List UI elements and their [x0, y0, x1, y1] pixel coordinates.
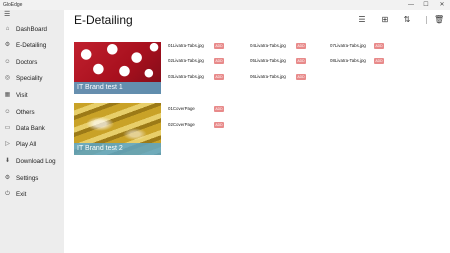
add-badge[interactable]: ADD — [214, 122, 224, 128]
file-name: 07Livatra-Tabs.jpg — [330, 43, 366, 48]
sidebar-item-label: Download Log — [16, 158, 56, 165]
file-name: 08Livatra-Tabs.jpg — [330, 58, 366, 63]
sidebar: ☰ ⌂ DashBoard ⚙ E-Detailing ☺ Doctors ◎ … — [0, 10, 64, 253]
app-title: GloEdge — [3, 2, 23, 8]
sidebar-item-label: Others — [16, 109, 35, 116]
file-item[interactable]: 01CoverPage ADD — [168, 105, 228, 113]
sidebar-item-settings[interactable]: ⚙ Settings — [0, 172, 64, 186]
grid-view-icon[interactable]: ⊞ — [380, 15, 390, 25]
sidebar-item-exit[interactable]: ⏻ Exit — [0, 188, 64, 202]
brand-caption-bar: IT Brand test 2 — [74, 143, 161, 155]
main-content: E-Detailing ☰ ⊞ ⇅ 🗑 IT Brand test 1 01Li… — [64, 10, 450, 253]
file-name: 06Livatra-Tabs.jpg — [250, 74, 286, 79]
user-icon: ☺ — [4, 59, 11, 65]
file-item[interactable]: 02CoverPage ADD — [168, 121, 228, 129]
file-item[interactable]: 03Livatra-Tabs.jpg ADD — [168, 73, 228, 81]
file-name: 01Livatra-Tabs.jpg — [168, 43, 204, 48]
user-group-icon: ☺ — [4, 109, 11, 115]
file-item[interactable]: 05Livatra-Tabs.jpg ADD — [250, 57, 310, 65]
sidebar-item-label: Settings — [16, 175, 39, 182]
sidebar-item-label: Data Bank — [16, 125, 45, 132]
sidebar-item-label: E-Detailing — [16, 42, 47, 49]
add-badge[interactable]: ADD — [374, 58, 384, 64]
sidebar-item-download-log[interactable]: ⬇ Download Log — [0, 155, 64, 169]
play-icon: ▷ — [5, 141, 10, 147]
add-badge[interactable]: ADD — [214, 58, 224, 64]
app-window: GloEdge — ☐ ✕ ☰ ⌂ DashBoard ⚙ E-Detailin… — [0, 0, 450, 253]
download-icon: ⬇ — [4, 158, 11, 164]
brand-label: IT Brand test 2 — [77, 145, 123, 152]
file-name: 02Livatra-Tabs.jpg — [168, 58, 204, 63]
gear-icon: ⚙ — [4, 42, 11, 48]
sidebar-item-data-bank[interactable]: ▭ Data Bank — [0, 122, 64, 136]
toolbar-divider — [426, 16, 427, 24]
sidebar-item-others[interactable]: ☺ Others — [0, 106, 64, 120]
add-badge[interactable]: ADD — [374, 43, 384, 49]
sidebar-item-doctors[interactable]: ☺ Doctors — [0, 56, 64, 70]
file-item[interactable]: 02Livatra-Tabs.jpg ADD — [168, 57, 228, 65]
sidebar-item-label: Exit — [16, 191, 27, 198]
file-name: 05Livatra-Tabs.jpg — [250, 58, 286, 63]
sidebar-item-label: Visit — [16, 92, 28, 99]
brand-card-1[interactable]: IT Brand test 1 — [74, 42, 161, 94]
file-name: 04Livatra-Tabs.jpg — [250, 43, 286, 48]
title-bar: GloEdge — ☐ ✕ — [0, 0, 450, 10]
file-name: 01CoverPage — [168, 106, 195, 111]
folder-icon: ▭ — [4, 125, 11, 131]
page-title: E-Detailing — [74, 13, 133, 27]
file-item[interactable]: 04Livatra-Tabs.jpg ADD — [250, 42, 310, 50]
hamburger-icon[interactable]: ☰ — [4, 11, 12, 19]
file-item[interactable]: 08Livatra-Tabs.jpg ADD — [330, 57, 390, 65]
add-badge[interactable]: ADD — [296, 43, 306, 49]
target-icon: ◎ — [4, 75, 11, 81]
sidebar-item-e-detailing[interactable]: ⚙ E-Detailing — [0, 39, 64, 53]
sidebar-item-visit[interactable]: ▦ Visit — [0, 89, 64, 103]
add-badge[interactable]: ADD — [214, 43, 224, 49]
add-badge[interactable]: ADD — [214, 106, 224, 112]
file-item[interactable]: 06Livatra-Tabs.jpg ADD — [250, 73, 310, 81]
minimize-button[interactable]: — — [404, 0, 418, 10]
list-view-icon[interactable]: ☰ — [357, 15, 367, 25]
file-item[interactable]: 01Livatra-Tabs.jpg ADD — [168, 42, 228, 50]
sidebar-item-speciality[interactable]: ◎ Speciality — [0, 72, 64, 86]
sidebar-item-dashboard[interactable]: ⌂ DashBoard — [0, 23, 64, 37]
sort-icon[interactable]: ⇅ — [402, 15, 412, 25]
sidebar-item-label: DashBoard — [16, 26, 47, 33]
file-name: 02CoverPage — [168, 122, 195, 127]
home-icon: ⌂ — [5, 26, 10, 32]
add-badge[interactable]: ADD — [296, 58, 306, 64]
power-icon: ⏻ — [5, 191, 10, 197]
close-button[interactable]: ✕ — [435, 0, 449, 10]
brand-caption-bar: IT Brand test 1 — [74, 82, 161, 94]
sidebar-item-label: Speciality — [16, 75, 43, 82]
brand-card-2[interactable]: IT Brand test 2 — [74, 103, 161, 155]
add-badge[interactable]: ADD — [296, 74, 306, 80]
sidebar-item-label: Play All — [16, 141, 37, 148]
file-name: 03Livatra-Tabs.jpg — [168, 74, 204, 79]
calendar-icon: ▦ — [4, 92, 11, 98]
sidebar-item-label: Doctors — [16, 59, 38, 66]
brand-label: IT Brand test 1 — [77, 84, 123, 91]
sidebar-item-play-all[interactable]: ▷ Play All — [0, 138, 64, 152]
file-item[interactable]: 07Livatra-Tabs.jpg ADD — [330, 42, 390, 50]
settings-icon: ⚙ — [4, 175, 11, 181]
maximize-button[interactable]: ☐ — [419, 0, 433, 10]
add-badge[interactable]: ADD — [214, 74, 224, 80]
delete-icon[interactable]: 🗑 — [434, 15, 444, 25]
